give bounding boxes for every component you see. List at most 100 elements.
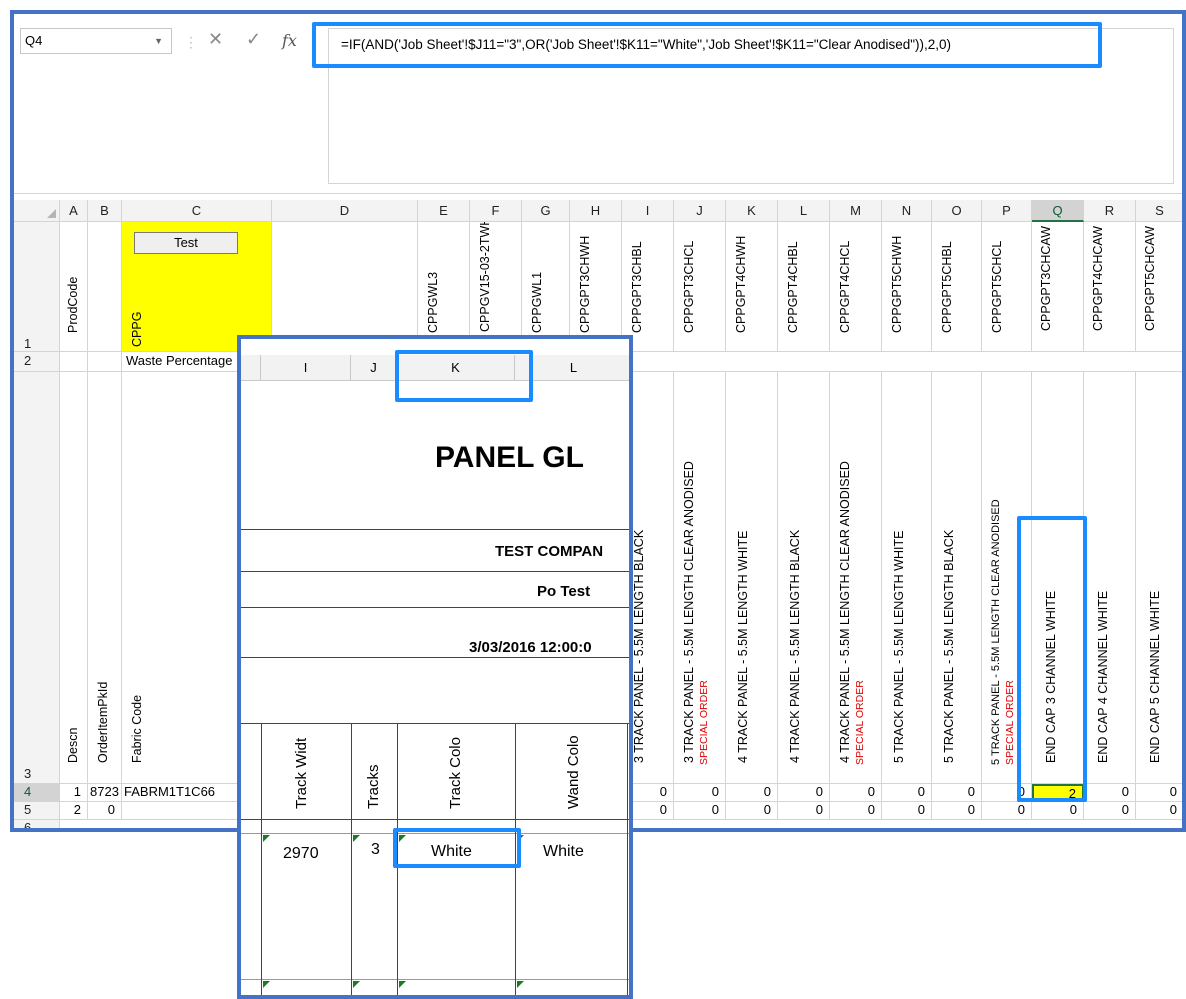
cell-i1[interactable]: CPPGPT3CHBL: [622, 222, 674, 352]
column-header-s[interactable]: S: [1136, 200, 1182, 222]
column-header-m[interactable]: M: [830, 200, 882, 222]
cell-p5[interactable]: 0: [982, 802, 1032, 820]
column-header-h[interactable]: H: [570, 200, 622, 222]
column-header-g[interactable]: G: [522, 200, 570, 222]
cell-b5[interactable]: 0: [88, 802, 122, 820]
cell-q4-selected[interactable]: 2: [1032, 784, 1084, 802]
cell-r3[interactable]: END CAP 4 CHANNEL WHITE: [1084, 372, 1136, 784]
cell-d1[interactable]: [272, 222, 418, 352]
cell-b3[interactable]: OrderItemPkId: [88, 372, 122, 784]
cell-m3[interactable]: 4 TRACK PANEL - 5.5M LENGTH CLEAR ANODIS…: [830, 372, 882, 784]
name-box[interactable]: Q4 ▼: [20, 28, 172, 54]
cell-j3[interactable]: 3 TRACK PANEL - 5.5M LENGTH CLEAR ANODIS…: [674, 372, 726, 784]
column-header-d[interactable]: D: [272, 200, 418, 222]
cell-j5[interactable]: 0: [674, 802, 726, 820]
cell-k4[interactable]: 0: [726, 784, 778, 802]
row-header-6[interactable]: 6: [14, 820, 60, 828]
cell-l5[interactable]: 0: [778, 802, 830, 820]
column-header-j[interactable]: J: [674, 200, 726, 222]
job-column-header-i[interactable]: I: [261, 355, 351, 381]
chevron-down-icon[interactable]: ▼: [154, 29, 163, 53]
cell-g1[interactable]: CPPGWL1: [522, 222, 570, 352]
cell-h1[interactable]: CPPGPT3CHWH: [570, 222, 622, 352]
track-colour-value[interactable]: White: [431, 843, 472, 861]
cell-a4[interactable]: 1: [60, 784, 88, 802]
job-column-header-partial[interactable]: [241, 355, 261, 381]
cell-k3[interactable]: 4 TRACK PANEL - 5.5M LENGTH WHITE: [726, 372, 778, 784]
cell-m5[interactable]: 0: [830, 802, 882, 820]
row-header-1[interactable]: 1: [14, 222, 60, 352]
job-column-header-l[interactable]: L: [515, 355, 629, 381]
tracks-value[interactable]: 3: [371, 841, 380, 859]
cell-e1[interactable]: CPPGWL3: [418, 222, 470, 352]
column-header-k[interactable]: K: [726, 200, 778, 222]
cell-n3[interactable]: 5 TRACK PANEL - 5.5M LENGTH WHITE: [882, 372, 932, 784]
select-all-button[interactable]: [14, 200, 60, 222]
cell-a1[interactable]: ProdCode: [60, 222, 88, 352]
cell-r5[interactable]: 0: [1084, 802, 1136, 820]
column-header-o[interactable]: O: [932, 200, 982, 222]
fx-icon[interactable]: fx: [282, 31, 297, 50]
cell-m4[interactable]: 0: [830, 784, 882, 802]
row-header-4[interactable]: 4: [14, 784, 60, 802]
column-header-c[interactable]: C: [122, 200, 272, 222]
cell-n5[interactable]: 0: [882, 802, 932, 820]
cell-b2[interactable]: [88, 352, 122, 372]
row-header-5[interactable]: 5: [14, 802, 60, 820]
cell-o5[interactable]: 0: [932, 802, 982, 820]
cell-b1[interactable]: [88, 222, 122, 352]
cell-p1[interactable]: CPPGPT5CHCL: [982, 222, 1032, 352]
cell-k5[interactable]: 0: [726, 802, 778, 820]
cell-l3[interactable]: 4 TRACK PANEL - 5.5M LENGTH BLACK: [778, 372, 830, 784]
cell-m1[interactable]: CPPGPT4CHCL: [830, 222, 882, 352]
cell-l4[interactable]: 0: [778, 784, 830, 802]
column-header-n[interactable]: N: [882, 200, 932, 222]
column-header-p[interactable]: P: [982, 200, 1032, 222]
cell-l1[interactable]: CPPGPT4CHBL: [778, 222, 830, 352]
row-header-2[interactable]: 2: [14, 352, 60, 372]
test-button[interactable]: Test: [134, 232, 238, 254]
track-width-value[interactable]: 2970: [283, 845, 319, 863]
cell-s4[interactable]: 0: [1136, 784, 1182, 802]
wand-colour-value[interactable]: White: [543, 843, 584, 861]
column-header-a[interactable]: A: [60, 200, 88, 222]
cancel-icon[interactable]: ✕: [208, 29, 223, 50]
cell-a5[interactable]: 2: [60, 802, 88, 820]
cell-p4[interactable]: 0: [982, 784, 1032, 802]
cell-n4[interactable]: 0: [882, 784, 932, 802]
column-header-q[interactable]: Q: [1032, 200, 1084, 222]
cell-s3[interactable]: END CAP 5 CHANNEL WHITE: [1136, 372, 1182, 784]
cell-n1[interactable]: CPPGPT5CHWH: [882, 222, 932, 352]
column-header-e[interactable]: E: [418, 200, 470, 222]
cell-o3[interactable]: 5 TRACK PANEL - 5.5M LENGTH BLACK: [932, 372, 982, 784]
column-header-f[interactable]: F: [470, 200, 522, 222]
cell-a2[interactable]: [60, 352, 88, 372]
job-column-header-k[interactable]: K: [397, 355, 515, 381]
cell-c1[interactable]: Test CPPG: [122, 222, 272, 352]
column-header-b[interactable]: B: [88, 200, 122, 222]
column-header-i[interactable]: I: [622, 200, 674, 222]
cell-o1[interactable]: CPPGPT5CHBL: [932, 222, 982, 352]
cell-o4[interactable]: 0: [932, 784, 982, 802]
formula-input[interactable]: =IF(AND('Job Sheet'!$J11="3",OR('Job She…: [328, 28, 1174, 184]
cell-r4[interactable]: 0: [1084, 784, 1136, 802]
cell-q3[interactable]: END CAP 3 CHANNEL WHITE: [1032, 372, 1084, 784]
cell-a3[interactable]: Descn: [60, 372, 88, 784]
cell-k1[interactable]: CPPGPT4CHWH: [726, 222, 778, 352]
cell-s5[interactable]: 0: [1136, 802, 1182, 820]
cell-p3[interactable]: 5 TRACK PANEL - 5.5M LENGTH CLEAR ANODIS…: [982, 372, 1032, 784]
cell-f1[interactable]: CPPGV15-03-2TWH: [470, 222, 522, 352]
cell-q1[interactable]: CPPGPT3CHCAW: [1032, 222, 1084, 352]
check-icon[interactable]: ✓: [246, 29, 261, 50]
cell-r1[interactable]: CPPGPT4CHCAW: [1084, 222, 1136, 352]
cell-b4[interactable]: 8723: [88, 784, 122, 802]
cell-j1[interactable]: CPPGPT3CHCL: [674, 222, 726, 352]
cell-q5[interactable]: 0: [1032, 802, 1084, 820]
column-header-l[interactable]: L: [778, 200, 830, 222]
row-header-3[interactable]: 3: [14, 372, 60, 784]
cell-j4[interactable]: 0: [674, 784, 726, 802]
cell-s1[interactable]: CPPGPT5CHCAW: [1136, 222, 1182, 352]
job-column-header-j[interactable]: J: [351, 355, 397, 381]
job-sheet-title: PANEL GL: [435, 441, 584, 474]
column-header-r[interactable]: R: [1084, 200, 1136, 222]
